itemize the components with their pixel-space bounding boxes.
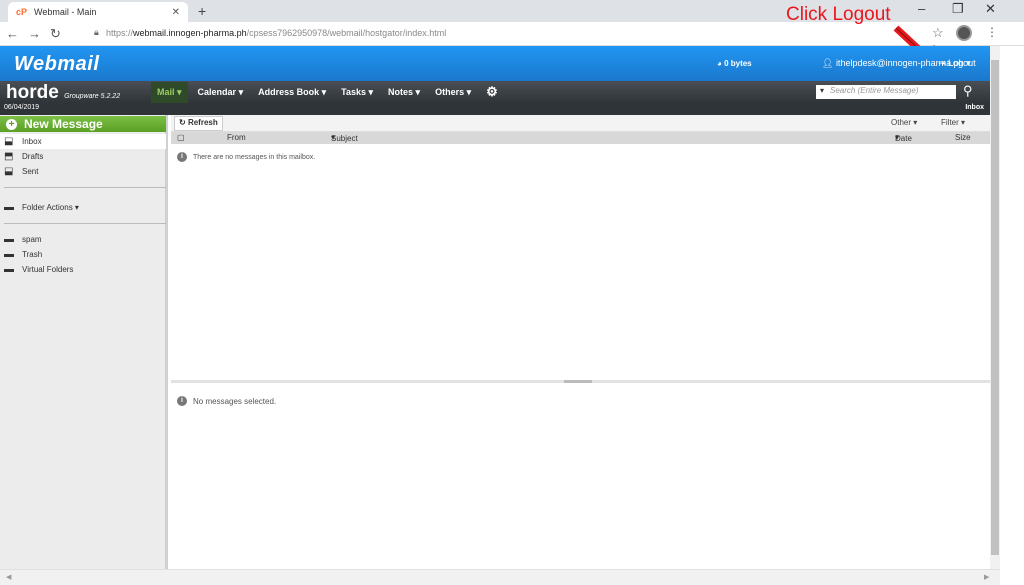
column-from[interactable]: From: [227, 133, 246, 142]
other-dropdown[interactable]: Other ▾: [891, 118, 917, 127]
folder-inbox[interactable]: ⬓ Inbox: [0, 134, 166, 149]
plus-icon: +: [6, 118, 17, 130]
menu-calendar[interactable]: Calendar ▾: [198, 87, 244, 98]
scroll-left-icon[interactable]: ◀: [6, 573, 11, 581]
folder-icon: ▬: [4, 202, 14, 213]
column-header: ▢ From Subject ▾ Date ▾ Size: [171, 132, 990, 144]
folder-trash[interactable]: ▬ Trash: [0, 247, 166, 262]
restore-icon[interactable]: ❐: [952, 1, 964, 17]
folder-actions[interactable]: ▬ Folder Actions ▾: [0, 200, 166, 215]
mailbox-title: Inbox: [965, 104, 984, 111]
horizontal-scrollbar[interactable]: ◀ ▶: [0, 569, 1000, 585]
browser-tab[interactable]: cP Webmail - Main ✕: [8, 2, 188, 22]
window-close-icon[interactable]: ✕: [985, 1, 996, 17]
folder-virtual-folders[interactable]: ▬ Virtual Folders: [0, 262, 166, 277]
annotation-callout: Click Logout: [786, 4, 891, 25]
inbox-icon: ⬓: [4, 136, 14, 147]
menu-others[interactable]: Others ▾: [435, 87, 471, 98]
menu-mail[interactable]: Mail ▾: [151, 81, 188, 103]
sidebar: + New Message ⬓ Inbox ⬒ Drafts ⬓ Sent ▬ Folde…: [0, 115, 168, 569]
filter-dropdown[interactable]: Filter ▾: [941, 118, 965, 127]
lock-icon: 🔒︎: [94, 27, 99, 37]
menu-tasks[interactable]: Tasks ▾: [341, 87, 373, 98]
webmail-logo[interactable]: Webmail: [14, 53, 99, 76]
search-icon[interactable]: ⚲: [963, 83, 973, 99]
preview-pane: i No messages selected.: [171, 383, 990, 569]
empty-mailbox-message: i There are no messages in this mailbox.: [177, 152, 315, 162]
message-list: ↻ Refresh Other ▾ Filter ▾ ▢ From Subjec…: [171, 115, 990, 380]
settings-gear-icon[interactable]: ⚙: [486, 84, 498, 100]
folder-sent[interactable]: ⬓ Sent: [0, 164, 166, 179]
logout-link[interactable]: ⇥ Logout: [938, 58, 976, 69]
refresh-button[interactable]: ↻ Refresh: [174, 116, 223, 131]
divider: [4, 187, 166, 188]
logout-icon: ⇥: [938, 58, 949, 68]
info-icon: i: [177, 396, 187, 406]
scrollbar-thumb[interactable]: [991, 60, 999, 555]
column-size[interactable]: Size: [955, 133, 971, 142]
disk-usage: ◕ 0 bytes: [717, 59, 752, 68]
horde-logo[interactable]: horde Groupware 5.2.22: [6, 82, 120, 104]
close-tab-icon[interactable]: ✕: [172, 7, 180, 18]
new-message-button[interactable]: + New Message: [0, 116, 166, 132]
select-all-checkbox[interactable]: ▢: [177, 133, 185, 142]
info-icon: i: [177, 152, 187, 162]
folder-icon: ▬: [4, 249, 14, 260]
main-menu: Mail ▾ Calendar ▾ Address Book ▾ Tasks ▾…: [151, 81, 513, 103]
browser-menu-icon[interactable]: ⋮: [986, 25, 998, 39]
column-subject[interactable]: Subject ▾: [331, 133, 358, 143]
menu-address-book[interactable]: Address Book ▾: [258, 87, 326, 98]
folder-spam[interactable]: ▬ spam: [0, 232, 166, 247]
drafts-icon: ⬒: [4, 151, 14, 162]
refresh-icon: ↻: [179, 118, 188, 127]
forward-icon[interactable]: →: [28, 26, 41, 41]
current-date: 06/04/2019: [4, 104, 40, 111]
virtual-folder-icon: ▬: [4, 264, 14, 275]
vertical-scrollbar[interactable]: [990, 46, 1000, 569]
user-icon: 👤︎: [822, 58, 836, 68]
back-icon[interactable]: ←: [6, 26, 19, 41]
list-toolbar: ↻ Refresh Other ▾ Filter ▾: [171, 115, 990, 132]
divider: [4, 223, 166, 224]
horde-navbar: horde Groupware 5.2.22 Mail ▾ Calendar ▾…: [0, 81, 990, 103]
date-bar: 06/04/2019 Inbox: [0, 103, 990, 115]
search-scope-dropdown-icon[interactable]: ▾: [820, 86, 824, 95]
profile-avatar[interactable]: [956, 25, 972, 41]
url-field[interactable]: https://webmail.innogen-pharma.ph/cpsess…: [106, 28, 446, 38]
folder-icon: ▬: [4, 234, 14, 245]
webmail-header: Webmail ◕ 0 bytes 👤︎ ithelpdesk@innogen-…: [0, 46, 990, 81]
webmail-app: Webmail ◕ 0 bytes 👤︎ ithelpdesk@innogen-…: [0, 46, 990, 569]
minimize-icon[interactable]: –: [918, 1, 925, 16]
folder-drafts[interactable]: ⬒ Drafts: [0, 149, 166, 164]
reload-icon[interactable]: ↻: [50, 26, 61, 42]
menu-notes[interactable]: Notes ▾: [388, 87, 420, 98]
sent-icon: ⬓: [4, 166, 14, 177]
pie-chart-icon: ◕: [717, 59, 725, 68]
no-selection-message: i No messages selected.: [177, 396, 276, 406]
search-input[interactable]: ▾ Search (Entire Message): [816, 85, 956, 99]
cpanel-favicon-icon: cP: [16, 7, 28, 17]
new-tab-button[interactable]: +: [198, 3, 206, 19]
column-date[interactable]: Date ▾: [895, 133, 912, 143]
tab-title: Webmail - Main: [34, 7, 97, 17]
scroll-right-icon[interactable]: ▶: [984, 573, 989, 581]
